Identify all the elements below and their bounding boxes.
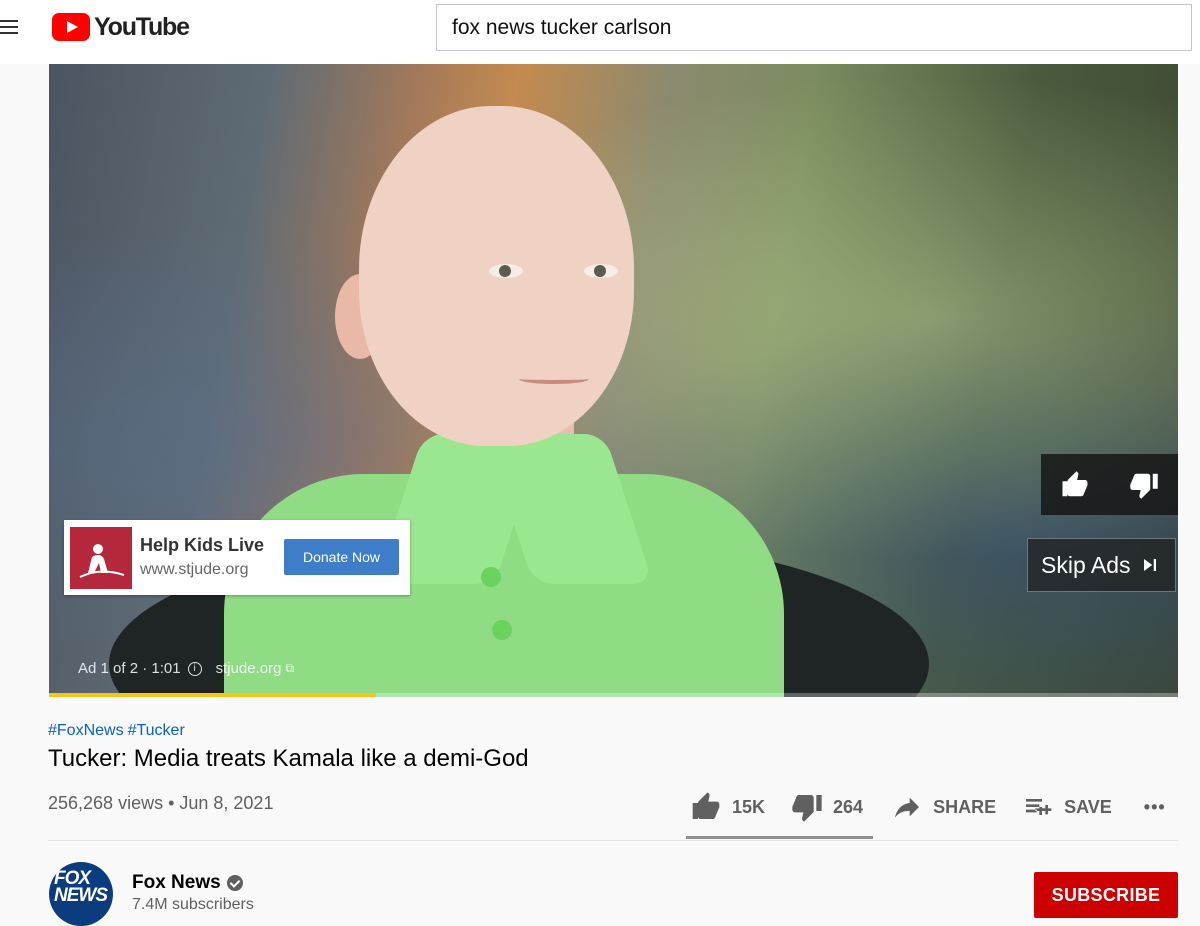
- youtube-wordmark: YouTube: [94, 12, 190, 41]
- hashtag-link[interactable]: #FoxNews: [48, 722, 124, 739]
- fox-news-logo: FOX NEWS: [54, 869, 108, 906]
- donate-now-button[interactable]: Donate Now: [284, 539, 399, 575]
- youtube-play-icon: [52, 13, 90, 41]
- like-count: 15K: [732, 796, 766, 817]
- thumbs-up-icon: [692, 792, 720, 819]
- more-dots-icon: •••: [1143, 796, 1166, 817]
- external-link-icon[interactable]: ⧉: [285, 661, 294, 676]
- ad-rating-box: [1041, 454, 1178, 515]
- thumbs-down-icon: [792, 795, 822, 822]
- ad-overlay-card[interactable]: Help Kids Live www.stjude.org Donate Now: [64, 520, 410, 595]
- ad-progress-bar[interactable]: [49, 693, 1178, 697]
- st-jude-logo: [70, 527, 132, 589]
- channel-name-text: Fox News: [132, 872, 221, 893]
- video-frame: [49, 64, 1178, 697]
- ad-url[interactable]: www.stjude.org: [140, 561, 249, 579]
- hashtags: #FoxNews #Tucker: [48, 722, 189, 740]
- verified-check-icon: [226, 875, 243, 891]
- ad-progress-fill: [49, 693, 377, 697]
- share-arrow-icon: [895, 797, 920, 818]
- subscriber-count: 7.4M subscribers: [132, 896, 254, 913]
- skip-ads-button[interactable]: Skip Ads: [1027, 538, 1176, 592]
- youtube-logo[interactable]: YouTube: [52, 12, 190, 42]
- skip-ads-label: Skip Ads: [1041, 551, 1131, 578]
- playlist-add-icon: [1026, 799, 1052, 815]
- hamburger-menu-icon[interactable]: [0, 18, 20, 38]
- thumbs-down-icon[interactable]: [1129, 470, 1159, 500]
- info-icon[interactable]: i: [187, 661, 202, 676]
- ad-title: Help Kids Live: [140, 535, 265, 555]
- hashtag-link[interactable]: #Tucker: [128, 722, 185, 739]
- video-title: Tucker: Media treats Kamala like a demi-…: [48, 745, 529, 772]
- save-label: SAVE: [1064, 796, 1112, 817]
- more-actions-button[interactable]: •••: [1144, 797, 1166, 818]
- video-player[interactable]: Skip Ads Help Kids Live www.stjude.org D…: [49, 64, 1178, 697]
- save-button[interactable]: SAVE: [1022, 791, 1112, 823]
- ad-counter: Ad 1 of 2 · 1:01: [78, 660, 181, 677]
- search-input[interactable]: fox news tucker carlson: [436, 4, 1192, 51]
- thumbs-up-icon[interactable]: [1060, 470, 1090, 500]
- subscribe-button[interactable]: SUBSCRIBE: [1034, 872, 1178, 918]
- skip-next-icon: [1143, 559, 1156, 571]
- video-meta: 256,268 views • Jun 8, 2021: [48, 793, 274, 813]
- dislike-count: 264: [833, 796, 864, 817]
- channel-avatar[interactable]: FOX NEWS: [49, 862, 113, 926]
- channel-name[interactable]: Fox News: [132, 872, 243, 894]
- share-label: SHARE: [933, 796, 997, 817]
- ad-site-link[interactable]: stjude.org: [216, 660, 282, 677]
- dislike-button[interactable]: 264: [791, 791, 863, 823]
- share-button[interactable]: SHARE: [891, 791, 996, 823]
- like-button[interactable]: 15K: [690, 791, 765, 823]
- masthead: YouTube fox news tucker carlson: [0, 0, 1200, 64]
- video-actions: 15K 264 SHARE SAVE •••: [690, 787, 1166, 827]
- avatar-text-line: NEWS: [54, 885, 108, 906]
- like-sentiment-bar: [686, 836, 873, 839]
- ad-info-bar: Ad 1 of 2 · 1:01 i stjude.org ⧉: [78, 660, 294, 677]
- divider: [48, 840, 1178, 841]
